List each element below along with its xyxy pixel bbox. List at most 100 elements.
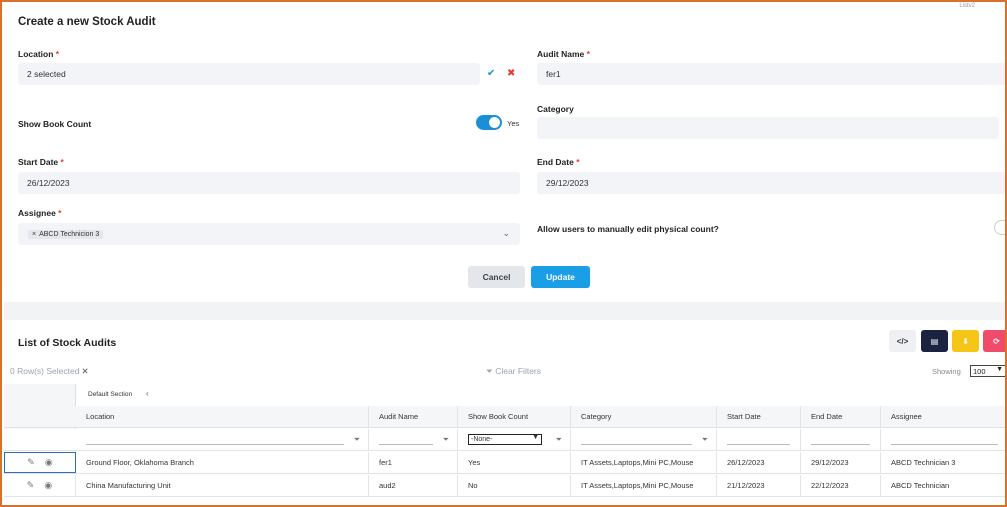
assignee-select[interactable]: × ABCD Technicion 3 ⌄ [18,223,520,245]
col-header-start-date[interactable]: Start Date [717,406,801,427]
list-title: List of Stock Audits [18,337,117,349]
clear-filters-text: Clear Filters [495,366,541,376]
assignee-chip-text: ABCD Technicion 3 [39,230,100,238]
download-icon: ⬇ [962,336,969,346]
table-filter-row: ⏷ ⏷ -None- ▼ ⏷ ⏷ [4,429,1005,451]
section-divider [4,302,1005,320]
refresh-icon: ⟳ [993,336,1000,346]
document-icon: ▤ [930,336,939,346]
clear-filters-button[interactable]: ⏷ Clear Filters [486,366,541,377]
end-date-label: End Date * [537,157,580,167]
corner-label: Listv2 [959,3,975,9]
filter-select-value: -None- [471,436,493,443]
cell-end-date: 29/12/2023 [801,452,881,473]
filter-cell-show-book-count[interactable]: -None- ▼ ⏷ [458,429,571,450]
filter-input-line[interactable] [379,444,433,445]
clear-selection-icon[interactable]: ✕ [81,366,88,376]
assignee-label: Assignee * [18,208,61,218]
cell-audit-name: aud2 [369,475,458,496]
end-date-label-text: End Date [537,157,574,167]
refresh-button[interactable]: ⟳ [983,330,1005,352]
filter-input-line[interactable] [727,444,790,445]
cell-start-date: 21/12/2023 [717,475,801,496]
filter-input-line[interactable] [891,444,998,445]
start-date-label: Start Date * [18,157,64,167]
check-icon[interactable]: ✔ [487,68,495,79]
edit-icon[interactable]: ✎ [27,480,35,491]
filter-cell-category[interactable]: ⏷ [571,429,717,450]
audit-name-input[interactable]: fer1 [537,63,1005,85]
filter-icon[interactable]: ⏷ [702,435,708,445]
filter-input-line[interactable] [811,444,870,445]
form-title: Create a new Stock Audit [18,16,156,28]
cell-show-book-count: Yes [458,452,571,473]
cell-assignee: ABCD Technician [881,475,1005,496]
section-label: Default Section [88,391,133,398]
filter-cell-start-date[interactable] [717,429,801,450]
location-field[interactable]: 2 selected [18,63,480,85]
show-book-count-label: Show Book Count [18,119,92,129]
assignee-label-text: Assignee [18,208,56,218]
chevron-down-icon[interactable]: ⌄ [502,228,510,239]
end-date-input[interactable]: 29/12/2023 [537,172,1005,194]
filter-icon[interactable]: ⏷ [443,435,449,445]
filter-input-line[interactable] [581,444,692,445]
cancel-button[interactable]: Cancel [468,266,525,288]
view-icon[interactable]: ◉ [45,457,53,468]
filter-icon[interactable]: ⏷ [354,435,360,445]
cell-category: IT Assets,Laptops,Mini PC,Mouse [571,475,717,496]
table-row[interactable]: ✎ ◉ Ground Floor, Oklahoma Branch fer1 Y… [4,452,1005,474]
close-icon[interactable]: ✖ [507,68,515,79]
assignee-chip[interactable]: × ABCD Technicion 3 [28,229,104,239]
view-icon[interactable]: ◉ [44,480,52,491]
page-size-select[interactable]: 100 ▼ [970,365,1005,377]
location-label-text: Location [18,49,54,59]
allow-edit-label: Allow users to manually edit physical co… [537,224,719,234]
col-header-audit-name[interactable]: Audit Name [369,406,458,427]
filter-icon[interactable]: ⏷ [556,435,562,445]
toggle-yes-label: Yes [507,119,520,128]
filter-cell-audit-name[interactable]: ⏷ [369,429,458,450]
page-size-value: 100 [973,366,986,376]
show-book-count-toggle[interactable] [476,115,502,130]
location-value: 2 selected [27,69,66,79]
filter-icon: ⏷ [486,366,493,376]
cell-end-date: 22/12/2023 [801,475,881,496]
row-actions: ✎ ◉ [4,475,76,496]
download-button[interactable]: ⬇ [952,330,979,352]
row-actions: ✎ ◉ [4,452,76,473]
chevron-down-icon: ▼ [532,434,539,441]
audit-name-value: fer1 [546,69,561,79]
edit-icon[interactable]: ✎ [27,457,35,468]
cell-audit-name: fer1 [369,452,458,473]
filter-cell-location[interactable]: ⏷ [76,429,369,450]
allow-edit-toggle[interactable] [994,220,1005,235]
col-header-end-date[interactable]: End Date [801,406,881,427]
filter-input-line[interactable] [86,444,344,445]
col-header-category[interactable]: Category [571,406,717,427]
showing-label: Showing [932,367,961,376]
filter-cell-end-date[interactable] [801,429,881,450]
table-row[interactable]: ✎ ◉ China Manufacturing Unit aud2 No IT … [4,475,1005,497]
cell-show-book-count: No [458,475,571,496]
update-button[interactable]: Update [531,266,590,288]
chevron-left-icon[interactable]: ‹ [146,389,149,398]
code-icon: </> [896,336,909,346]
col-header-location[interactable]: Location [76,406,369,427]
location-label: Location * [18,49,59,59]
section-header: Default Section ‹ [76,386,1005,406]
col-header-show-book-count[interactable]: Show Book Count [458,406,571,427]
code-view-button[interactable]: </> [889,330,916,352]
cell-start-date: 26/12/2023 [717,452,801,473]
export-document-button[interactable]: ▤ [921,330,948,352]
category-input[interactable] [537,117,999,139]
chip-remove-icon[interactable]: × [32,231,36,238]
col-header-assignee[interactable]: Assignee [881,406,1005,427]
show-book-count-filter-select[interactable]: -None- ▼ [468,434,542,445]
required-mark: * [55,49,60,59]
table-header-row: Location Audit Name Show Book Count Cate… [4,406,1005,428]
cell-category: IT Assets,Laptops,Mini PC,Mouse [571,452,717,473]
cell-assignee: ABCD Technician 3 [881,452,1005,473]
filter-cell-assignee[interactable] [881,429,1005,450]
start-date-input[interactable]: 26/12/2023 [18,172,520,194]
